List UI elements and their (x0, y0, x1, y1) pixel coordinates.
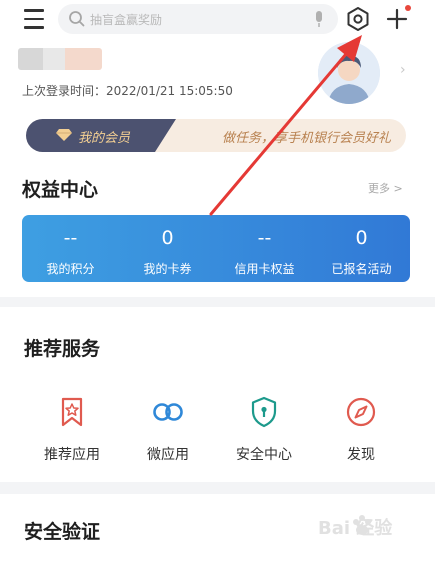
watermark-logo: Bai 经验 (300, 508, 420, 552)
bookmark-star-icon (61, 397, 83, 427)
stat-value: 0 (355, 227, 368, 249)
paw-logo-icon: Bai 经验 (318, 515, 393, 539)
notification-dot (405, 5, 411, 11)
search-icon (69, 11, 85, 27)
services-title: 推荐服务 (24, 338, 101, 360)
last-login-time: 上次登录时间：2022/01/21 15:05:50 (22, 84, 233, 98)
stat-points[interactable]: -- 我的积分 (22, 215, 119, 282)
service-label: 微应用 (147, 447, 189, 463)
blurred-username (18, 48, 102, 70)
member-badge-label: 我的会员 (78, 131, 131, 146)
recommended-services-section: 推荐服务 推荐应用 微应用 安全中心 发现 (0, 307, 435, 482)
stat-coupons[interactable]: 0 我的卡券 (119, 215, 216, 282)
avatar-illustration-icon (318, 42, 380, 104)
stat-label: 我的积分 (46, 262, 95, 276)
service-discover[interactable]: 发现 (321, 396, 401, 466)
menu-icon[interactable] (24, 9, 46, 29)
service-label: 发现 (347, 447, 375, 463)
member-promo-text: 做任务，享手机银行会员好礼 (222, 131, 392, 146)
chevron-right-icon[interactable]: › (400, 62, 406, 78)
stat-value: 0 (161, 227, 174, 249)
rights-more-link[interactable]: 更多 > (368, 180, 403, 196)
stat-label: 我的卡券 (143, 262, 192, 276)
stat-value: -- (63, 227, 78, 249)
stat-registered-events[interactable]: 0 已报名活动 (313, 215, 410, 282)
search-bar[interactable]: 抽盲盒赢奖励 (58, 4, 338, 34)
top-bar: 抽盲盒赢奖励 (0, 0, 435, 40)
link-rings-icon (153, 403, 183, 421)
member-badge: 我的会员 (26, 119, 176, 152)
home-header-area: 抽盲盒赢奖励 上次登录时间：2022/01/21 15:05:50 › 我的会员… (0, 0, 435, 297)
service-micro-apps[interactable]: 微应用 (128, 396, 208, 466)
service-label: 安全中心 (236, 447, 292, 463)
member-banner[interactable]: 我的会员 做任务，享手机银行会员好礼 (26, 119, 406, 152)
service-recommended-apps[interactable]: 推荐应用 (32, 396, 112, 466)
add-icon[interactable] (385, 7, 409, 31)
microphone-icon[interactable] (314, 10, 324, 28)
settings-icon[interactable] (344, 5, 372, 33)
avatar[interactable] (318, 42, 380, 104)
search-placeholder: 抽盲盒赢奖励 (90, 13, 163, 27)
watermark-text: Bai 经验 (318, 517, 393, 539)
service-label: 推荐应用 (44, 447, 100, 463)
shield-icon (251, 396, 277, 428)
security-title: 安全验证 (24, 521, 101, 543)
compass-icon (346, 397, 376, 427)
stat-label: 信用卡权益 (234, 262, 295, 276)
stat-label: 已报名活动 (331, 262, 392, 276)
rights-center-title: 权益中心 (22, 179, 99, 201)
user-profile[interactable]: 上次登录时间：2022/01/21 15:05:50 › (0, 40, 435, 110)
rights-summary-card: -- 我的积分 0 我的卡券 -- 信用卡权益 0 已报名活动 (22, 215, 410, 282)
service-security-center[interactable]: 安全中心 (224, 396, 304, 466)
stat-value: -- (257, 227, 272, 249)
diamond-icon (56, 129, 72, 141)
stat-credit-card-rights[interactable]: -- 信用卡权益 (216, 215, 313, 282)
